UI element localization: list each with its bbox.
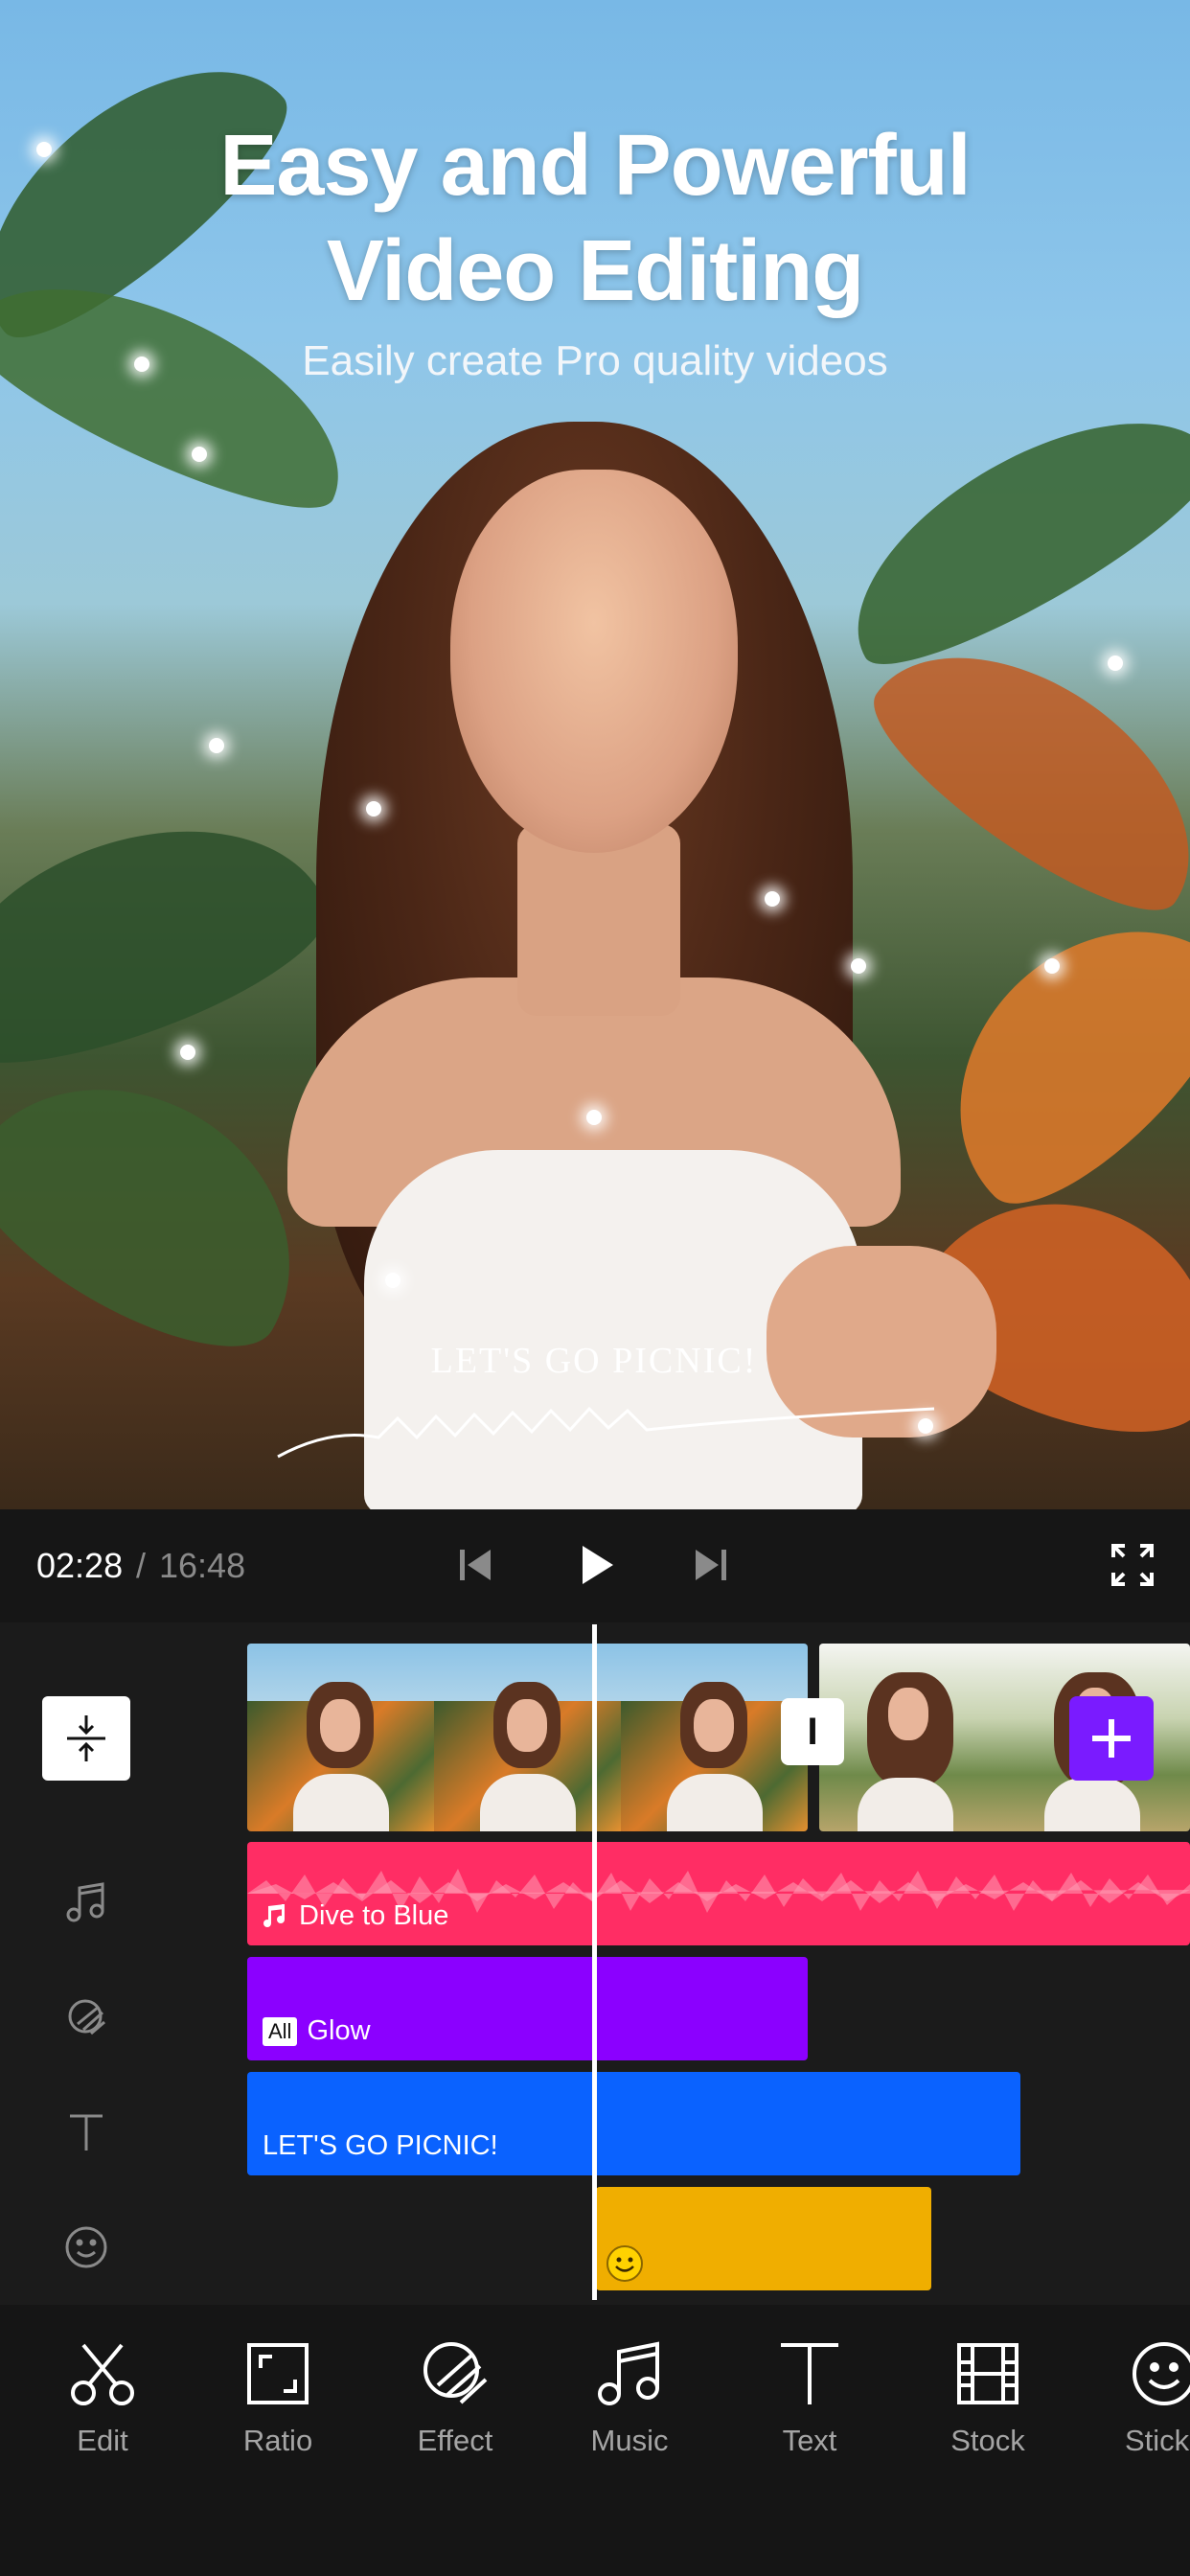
- tool-music-label: Music: [590, 2424, 669, 2457]
- smiley-icon: [1133, 2342, 1190, 2405]
- clip-thumbnail: [621, 1644, 808, 1831]
- tool-ratio-label: Ratio: [242, 2424, 313, 2457]
- app-screen: Easy and Powerful Video Editing Easily c…: [0, 0, 1190, 2576]
- tool-edit-label: Edit: [77, 2424, 128, 2457]
- music-title: Dive to Blue: [299, 1900, 449, 1931]
- tool-stock-label: Stock: [950, 2424, 1025, 2457]
- film-icon: [957, 2343, 1018, 2404]
- music-note-icon: [598, 2341, 659, 2405]
- effect-name: Glow: [307, 2015, 371, 2046]
- total-time: 16:48: [159, 1546, 246, 1585]
- text-track-icon: [57, 2104, 115, 2161]
- headline-line-2: Video Editing: [326, 223, 864, 319]
- tool-ratio[interactable]: Ratio: [216, 2335, 340, 2458]
- smiley-sticker-icon: [606, 2245, 643, 2282]
- tool-text[interactable]: Text: [747, 2335, 872, 2458]
- tool-sticker-label: Stick: [1125, 2424, 1190, 2457]
- music-track-label: Dive to Blue: [263, 1900, 448, 1932]
- text-icon: [781, 2343, 838, 2404]
- tool-effect-label: Effect: [417, 2424, 493, 2457]
- sticker-track-clip[interactable]: [596, 2187, 931, 2290]
- tool-effect[interactable]: Effect: [393, 2335, 517, 2458]
- clip-transition-marker[interactable]: I: [781, 1698, 844, 1765]
- skip-forward-icon[interactable]: [682, 1536, 740, 1594]
- music-note-icon: [263, 1903, 285, 1927]
- tool-sticker[interactable]: Stick: [1102, 2335, 1190, 2458]
- tool-edit[interactable]: Edit: [40, 2335, 165, 2458]
- text-clip-content: LET'S GO PICNIC!: [263, 2130, 498, 2161]
- effect-track-clip[interactable]: All Glow: [247, 1957, 808, 2060]
- scissors-icon: [71, 2343, 134, 2405]
- effect-track-label: All Glow: [263, 2015, 371, 2047]
- subheadline: Easily create Pro quality videos: [302, 337, 888, 384]
- sticker-track-icon: [57, 2219, 115, 2276]
- time-separator: /: [136, 1546, 147, 1585]
- clip-thumbnail: [819, 1644, 1006, 1831]
- video-text-overlay: LET'S GO PICNIC!: [430, 1341, 758, 1381]
- text-track-clip[interactable]: LET'S GO PICNIC!: [247, 2072, 1020, 2175]
- music-track-clip[interactable]: Dive to Blue: [247, 1842, 1190, 1945]
- tool-stock[interactable]: Stock: [926, 2335, 1050, 2458]
- subject-face: [450, 470, 738, 853]
- bottom-toolbar: Edit Ratio Effect Music Text Stock Stick: [0, 2305, 1190, 2576]
- effect-icon: [423, 2342, 488, 2404]
- tool-text-label: Text: [782, 2424, 837, 2457]
- plus-icon: [1092, 1719, 1131, 1758]
- video-preview[interactable]: Easy and Powerful Video Editing Easily c…: [0, 0, 1190, 1509]
- play-icon[interactable]: [567, 1536, 625, 1594]
- playback-bar: 02:28 / 16:48: [0, 1509, 1190, 1622]
- music-track-icon: [57, 1874, 115, 1931]
- current-time: 02:28: [36, 1546, 124, 1585]
- headline-line-1: Easy and Powerful: [219, 118, 971, 214]
- text-track-label: LET'S GO PICNIC!: [263, 2130, 498, 2162]
- effect-track-icon: [57, 1989, 115, 2046]
- fit-timeline-button[interactable]: [42, 1696, 130, 1781]
- all-badge: All: [263, 2016, 298, 2046]
- skip-back-icon[interactable]: [446, 1536, 504, 1594]
- fullscreen-icon[interactable]: [1104, 1536, 1161, 1594]
- playhead[interactable]: [592, 1624, 597, 2300]
- scribble-decoration: [277, 1406, 935, 1459]
- tool-music[interactable]: Music: [567, 2335, 692, 2458]
- subject-neck: [517, 824, 680, 1016]
- add-clip-button[interactable]: [1069, 1696, 1154, 1781]
- ratio-icon: [247, 2343, 309, 2404]
- clip-thumbnail: [247, 1644, 434, 1831]
- video-clip-1[interactable]: [247, 1644, 808, 1831]
